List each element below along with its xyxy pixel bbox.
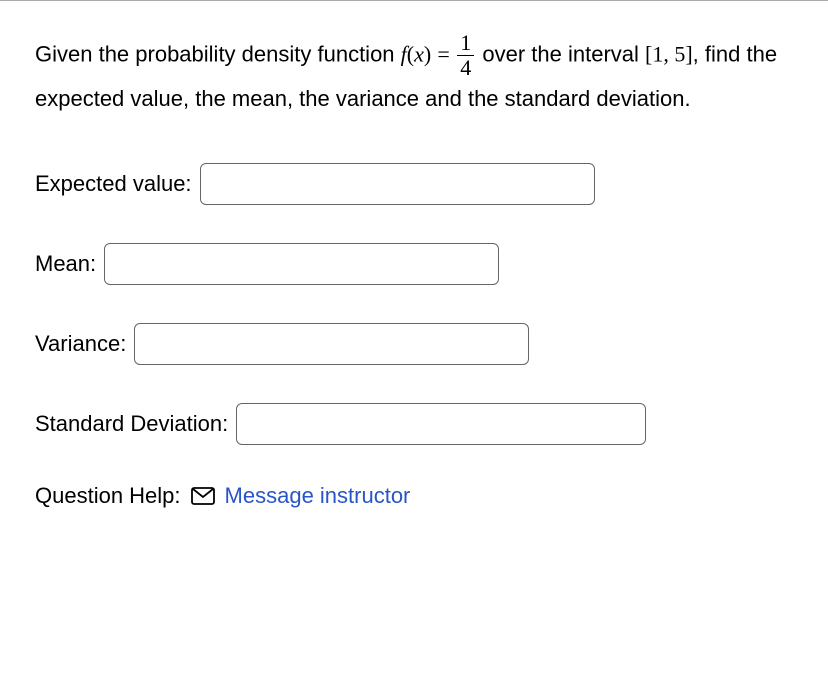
standard-deviation-label: Standard Deviation:: [35, 411, 228, 437]
mean-label: Mean:: [35, 251, 96, 277]
mean-input[interactable]: [104, 243, 499, 285]
variance-row: Variance:: [35, 323, 793, 365]
mail-icon: [191, 487, 215, 505]
variance-label: Variance:: [35, 331, 126, 357]
expected-value-input[interactable]: [200, 163, 595, 205]
mean-row: Mean:: [35, 243, 793, 285]
fraction-denominator: 4: [457, 56, 474, 80]
fraction-numerator: 1: [457, 31, 474, 56]
question-prefix: Given the probability density function: [35, 42, 401, 67]
interval-notation: [1, 5]: [645, 42, 693, 67]
variance-input[interactable]: [134, 323, 529, 365]
function-notation: f(x): [401, 42, 432, 67]
standard-deviation-row: Standard Deviation:: [35, 403, 793, 445]
question-mid: over the interval: [482, 42, 645, 67]
question-help-row: Question Help: Message instructor: [35, 483, 793, 509]
fraction: 1 4: [457, 31, 474, 80]
message-instructor-link[interactable]: Message instructor: [225, 483, 411, 509]
standard-deviation-input[interactable]: [236, 403, 646, 445]
question-text: Given the probability density function f…: [35, 31, 793, 118]
question-help-label: Question Help:: [35, 483, 181, 509]
expected-value-row: Expected value:: [35, 163, 793, 205]
expected-value-label: Expected value:: [35, 171, 192, 197]
equals-sign: =: [437, 42, 455, 67]
